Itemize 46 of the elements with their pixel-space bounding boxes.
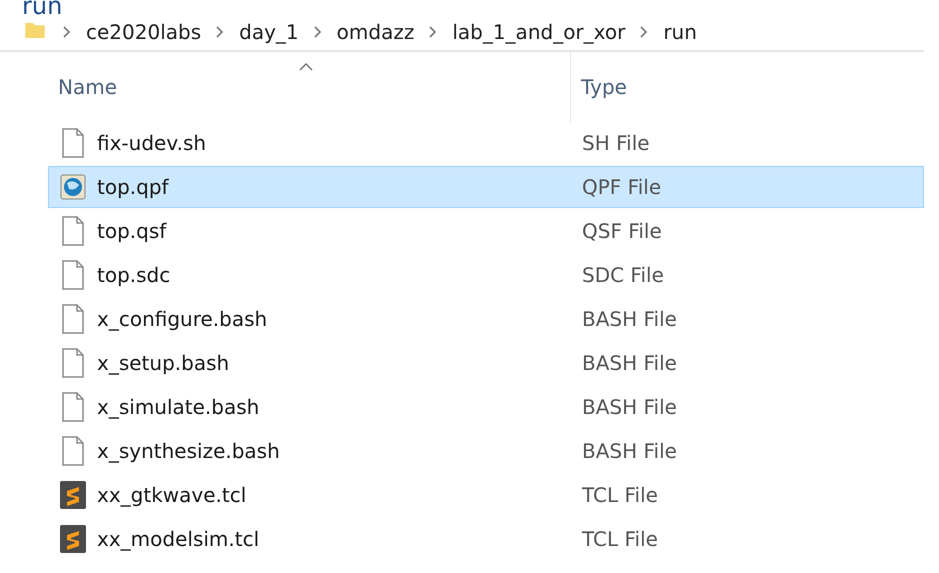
- file-name: top.sdc: [97, 263, 170, 287]
- file-type: SDC File: [581, 263, 665, 287]
- column-header[interactable]: Name: [58, 75, 118, 99]
- file-row[interactable]: xx_modelsim.tcl TCL File: [48, 518, 924, 560]
- window-title: run: [21, 0, 64, 14]
- breadcrumb-item[interactable]: run: [663, 20, 697, 44]
- file-name: x_configure.bash: [97, 307, 268, 331]
- column-header[interactable]: Type: [581, 75, 627, 99]
- chevron-icon: [639, 26, 650, 38]
- file-name: top.qsf: [97, 219, 166, 243]
- file-type: BASH File: [581, 351, 678, 375]
- chevron-icon: [215, 26, 226, 38]
- sort-caret-icon: [298, 62, 314, 72]
- file-type: BASH File: [581, 307, 678, 331]
- file-name: fix-udev.sh: [97, 131, 206, 155]
- file-type: BASH File: [581, 395, 678, 419]
- file-row[interactable]: top.sdc SDC File: [48, 254, 924, 296]
- file-row[interactable]: xx_gtkwave.tcl TCL File: [48, 474, 924, 516]
- file-row[interactable]: top.qpf QPF File: [48, 166, 924, 208]
- file-name: x_simulate.bash: [97, 395, 260, 419]
- file-name: top.qpf: [97, 175, 169, 199]
- file-name: xx_modelsim.tcl: [97, 527, 260, 551]
- chevron-icon: [312, 26, 323, 38]
- file-name: x_synthesize.bash: [97, 439, 280, 463]
- breadcrumb-item[interactable]: day_1: [239, 20, 299, 44]
- file-row[interactable]: x_simulate.bash BASH File: [48, 386, 924, 428]
- file-type: BASH File: [581, 439, 678, 463]
- chevron-icon: [62, 26, 72, 38]
- s-tile-icon: [59, 479, 87, 511]
- breadcrumb-item[interactable]: ce2020labs: [86, 20, 202, 44]
- s-tile-icon: [59, 523, 87, 555]
- file-row[interactable]: fix-udev.sh SH File: [48, 122, 924, 164]
- file-row[interactable]: top.qsf QSF File: [48, 210, 924, 252]
- file-type: TCL File: [581, 527, 659, 551]
- file-type: QPF File: [581, 175, 662, 199]
- file-row[interactable]: x_configure.bash BASH File: [48, 298, 924, 340]
- file-type: TCL File: [581, 483, 659, 507]
- file-name: xx_gtkwave.tcl: [97, 483, 246, 507]
- file-row[interactable]: x_setup.bash BASH File: [48, 342, 924, 384]
- breadcrumb-item[interactable]: lab_1_and_or_xor: [452, 20, 626, 44]
- file-type: QSF File: [581, 219, 663, 243]
- file-row[interactable]: x_synthesize.bash BASH File: [48, 430, 924, 472]
- file-name: x_setup.bash: [97, 351, 230, 375]
- file-type: SH File: [581, 131, 651, 155]
- breadcrumb-item[interactable]: omdazz: [336, 20, 414, 44]
- chevron-icon: [428, 26, 438, 38]
